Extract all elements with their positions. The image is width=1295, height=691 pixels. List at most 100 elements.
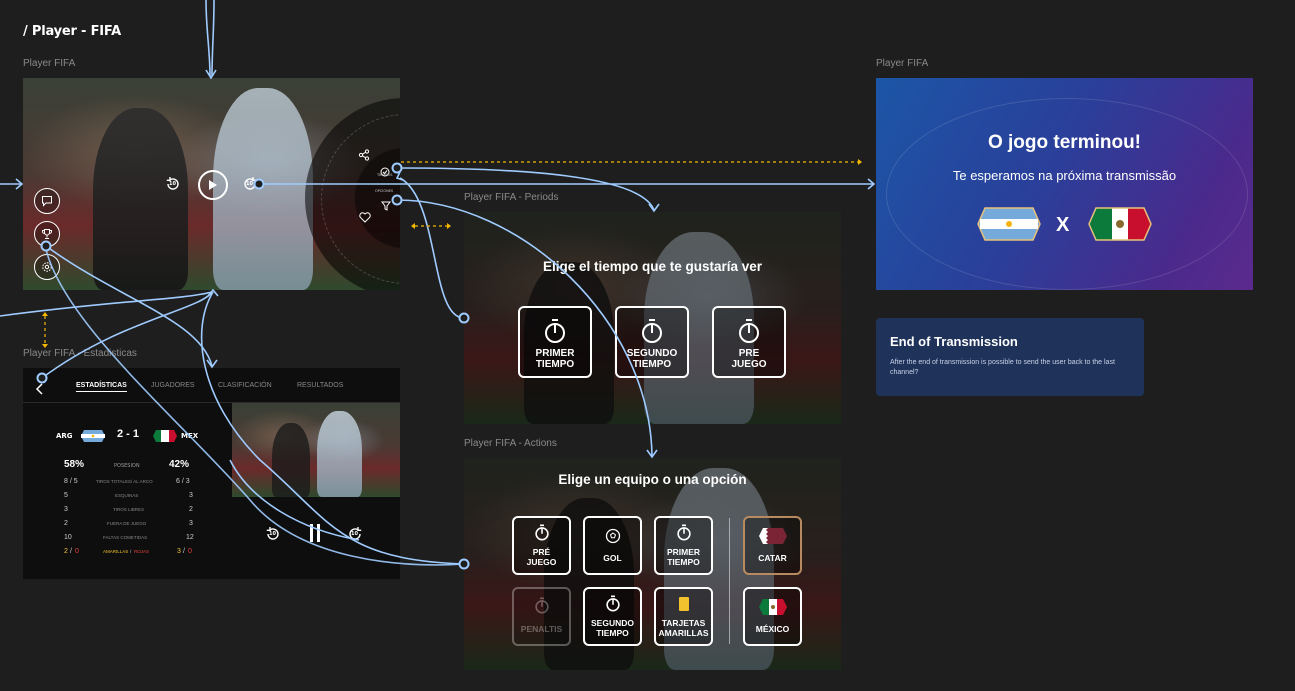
period-option-line1: PRIMER [535,348,575,359]
note-title: End of Transmission [890,334,1018,349]
action-option-line1: PRÉ [532,547,551,557]
rewind-10-label: 10 [269,531,276,537]
cards-label-yellow: AMARILLAS [103,549,129,554]
frame-label-stats: Player FIFA - Estadisticas [23,348,137,359]
period-option-line1: PRE [738,348,760,359]
stat-label: FALTAS COMETIDAS [103,535,148,540]
frame-label-periods: Player FIFA - Periods [464,192,559,203]
play-button[interactable] [198,170,228,200]
page-title: / Player - FIFA [23,24,121,39]
play-icon [209,180,217,190]
action-option-line1: TARJETAS [661,618,706,628]
cards-away-red: 0 [188,548,192,555]
period-option-line1: SEGUNDO [626,348,678,359]
menu-time-label: TIEMPOS [377,173,393,177]
stat-away: 3 [189,492,193,499]
argentina-flag-icon [977,207,1041,241]
settings-button[interactable] [34,254,60,280]
team-option-qatar[interactable]: CATAR [743,516,802,575]
note-body: After the end of transmission is possibl… [890,359,1115,376]
end-subtitle: Te esperamos na próxima transmissão [952,168,1177,183]
stat-away: 2 [189,506,193,513]
action-option-second-half[interactable]: SEGUNDO TIEMPO [583,587,642,646]
player-figure-light [213,88,313,290]
stat-home: 3 [64,506,68,513]
stat-label: ESQUINAS [115,493,139,498]
stopwatch-icon [642,319,662,343]
stopwatch-icon [534,524,549,541]
trophy-icon [42,229,52,239]
actions-heading: Elige un equipo o una opción [558,472,747,487]
mexico-flag-icon [758,599,787,615]
stat-home: 5 [64,492,68,499]
home-team-code: ARG [56,432,73,440]
clock-icon[interactable] [380,162,390,181]
stopwatch-icon [739,319,759,343]
team-option-label: CATAR [758,553,787,563]
gear-icon [42,262,52,272]
period-option-line2: TIEMPO [535,359,575,370]
stopwatch-icon [605,595,620,612]
chat-icon [42,196,52,207]
tab-players[interactable]: JUGADORES [151,382,195,389]
stat-label: FUERA DE JUEGO [107,521,147,526]
back-arrow-icon[interactable] [35,380,43,399]
stat-label: TIROS TOTALES/ AL ARCO [96,479,153,484]
heart-icon[interactable] [359,208,371,227]
forward-10-label: 10 [351,531,358,537]
period-option-first[interactable]: PRIMER TIEMPO [518,306,592,378]
frame-label-actions: Player FIFA - Actions [464,438,557,449]
cards-home-red: 0 [75,548,79,555]
actions-divider [729,518,730,644]
cards-home-yellow: 2 [64,548,68,555]
action-option-line1: SEGUNDO [591,618,634,628]
action-option-line2: JUEGO [526,557,557,567]
action-option-goal[interactable]: GOL [583,516,642,575]
argentina-flag-icon [81,430,105,442]
action-option-line1: PENALTIS [520,624,563,634]
stat-home: 2 [64,520,68,527]
versus-label: X [1056,214,1070,236]
away-team-code: MEX [181,432,199,440]
note-card: End of Transmission After the end of tra… [876,318,1144,396]
stat-label: TIROS LIBRES [113,507,145,512]
period-option-second[interactable]: SEGUNDO TIEMPO [615,306,689,378]
frame-label-end: Player FIFA [876,58,929,69]
player-frame: TIEMPOS OPCIONES 10 10 [23,78,400,290]
action-option-line2: TIEMPO [596,628,629,638]
trophy-button[interactable] [34,221,60,247]
stat-away: 12 [186,534,194,541]
player-figure-light [317,411,362,497]
team-option-mexico[interactable]: MÉXICO [743,587,802,646]
period-option-pregame[interactable]: PRE JUEGO [712,306,786,378]
mexico-flag-icon [1088,207,1152,241]
menu-options-label: OPCIONES [375,189,394,193]
stopwatch-icon [534,597,549,614]
end-screen-frame: O jogo terminou! Te esperamos na próxima… [876,78,1253,290]
share-icon[interactable] [358,146,370,165]
mexico-flag-icon [153,430,177,442]
period-option-line2: TIEMPO [632,359,672,370]
mini-video[interactable] [232,403,400,497]
pause-icon[interactable] [309,523,321,547]
stopwatch-icon [545,319,565,343]
action-option-line1: PRIMER [666,547,701,557]
action-option-line2: AMARILLAS [658,628,709,638]
action-option-penalties[interactable]: PENALTIS [512,587,571,646]
action-option-first-half[interactable]: PRIMER TIEMPO [654,516,713,575]
tab-standings[interactable]: CLASIFICACIÓN [218,382,272,389]
action-option-yellow-cards[interactable]: TARJETAS AMARILLAS [654,587,713,646]
tab-statistics[interactable]: ESTADÍSTICAS [76,382,127,392]
end-title: O jogo terminou! [987,132,1142,153]
action-option-pregame[interactable]: PRÉ JUEGO [512,516,571,575]
possession-away: 42% [169,459,190,470]
action-option-line2: TIEMPO [667,557,700,567]
team-option-label: MÉXICO [755,624,790,634]
cards-label-red: ROJAS [134,549,150,554]
filter-icon[interactable] [381,196,391,215]
chat-button[interactable] [34,188,60,214]
action-option-line1: GOL [603,553,622,563]
qatar-flag-icon [758,528,787,544]
tab-results[interactable]: RESULTADOS [297,382,343,389]
soccer-ball-icon [605,528,620,544]
